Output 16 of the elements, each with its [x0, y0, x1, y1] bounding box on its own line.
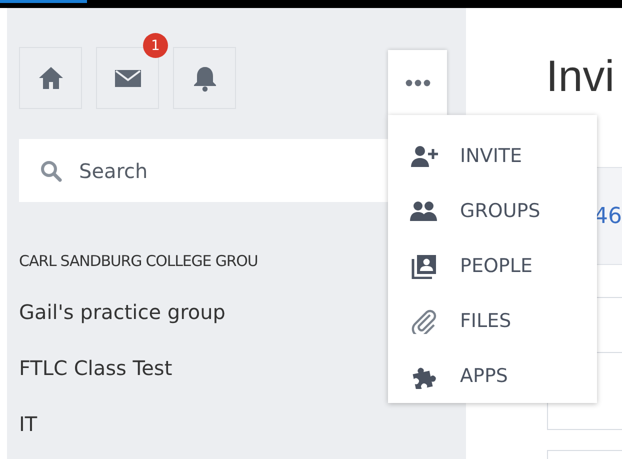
- more-button[interactable]: [388, 50, 447, 116]
- page-title: Invi: [546, 52, 616, 102]
- search-icon: [39, 159, 63, 183]
- home-button[interactable]: [19, 47, 82, 109]
- section-heading: CARL SANDBURG COLLEGE GROU: [19, 252, 258, 270]
- menu-item[interactable]: APPS: [388, 348, 597, 403]
- contact-book-icon: [410, 252, 438, 279]
- add-person-icon: [410, 143, 438, 170]
- card-value[interactable]: 46: [594, 204, 622, 228]
- more-icon: [404, 79, 430, 87]
- menu-item[interactable]: PEOPLE: [388, 238, 597, 294]
- notifications-button[interactable]: [173, 47, 236, 109]
- group-link[interactable]: IT: [19, 411, 466, 438]
- menu-item[interactable]: FILES: [388, 293, 597, 348]
- count-badge: 1: [143, 33, 168, 58]
- paperclip-icon: [410, 308, 438, 334]
